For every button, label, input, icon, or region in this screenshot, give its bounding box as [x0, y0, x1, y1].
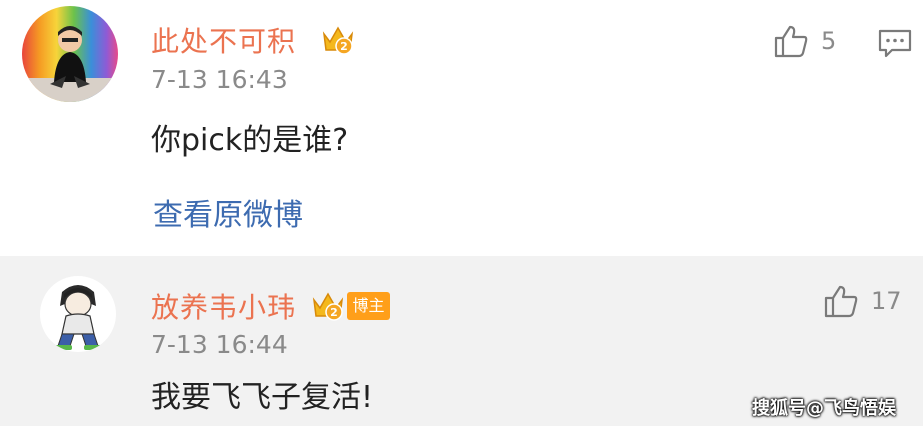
comment-icon[interactable] — [878, 28, 912, 58]
watermark: 搜狐号@飞鸟悟娱 — [752, 398, 896, 419]
comment-text: 你pick的是谁? — [151, 123, 349, 158]
username[interactable]: 此处不可积 — [151, 20, 296, 60]
thumbs-up-icon — [774, 25, 808, 58]
like-count: 17 — [871, 287, 902, 315]
blogger-badge: 博主 — [347, 292, 390, 320]
crown-level: 2 — [330, 306, 338, 319]
avatar[interactable] — [22, 6, 118, 102]
timestamp: 7-13 16:44 — [151, 330, 288, 359]
comment-text: 我要飞飞子复活! — [151, 380, 374, 415]
timestamp: 7-13 16:43 — [151, 65, 288, 94]
crown-level: 2 — [340, 40, 348, 53]
view-original-weibo-link[interactable]: 查看原微博 — [153, 190, 303, 234]
crown-icon: 2 — [312, 292, 344, 321]
crown-icon: 2 — [322, 26, 354, 55]
thumbs-up-icon — [824, 285, 858, 318]
comment-card-original: 此处不可积 2 7-13 16:43 你pick的是谁? 查看原微博 5 — [0, 0, 923, 256]
like-button[interactable]: 5 — [773, 24, 836, 58]
avatar[interactable] — [40, 276, 116, 352]
username[interactable]: 放养韦小玮 — [151, 286, 296, 326]
like-count: 5 — [821, 27, 837, 55]
like-button[interactable]: 17 — [823, 284, 902, 318]
